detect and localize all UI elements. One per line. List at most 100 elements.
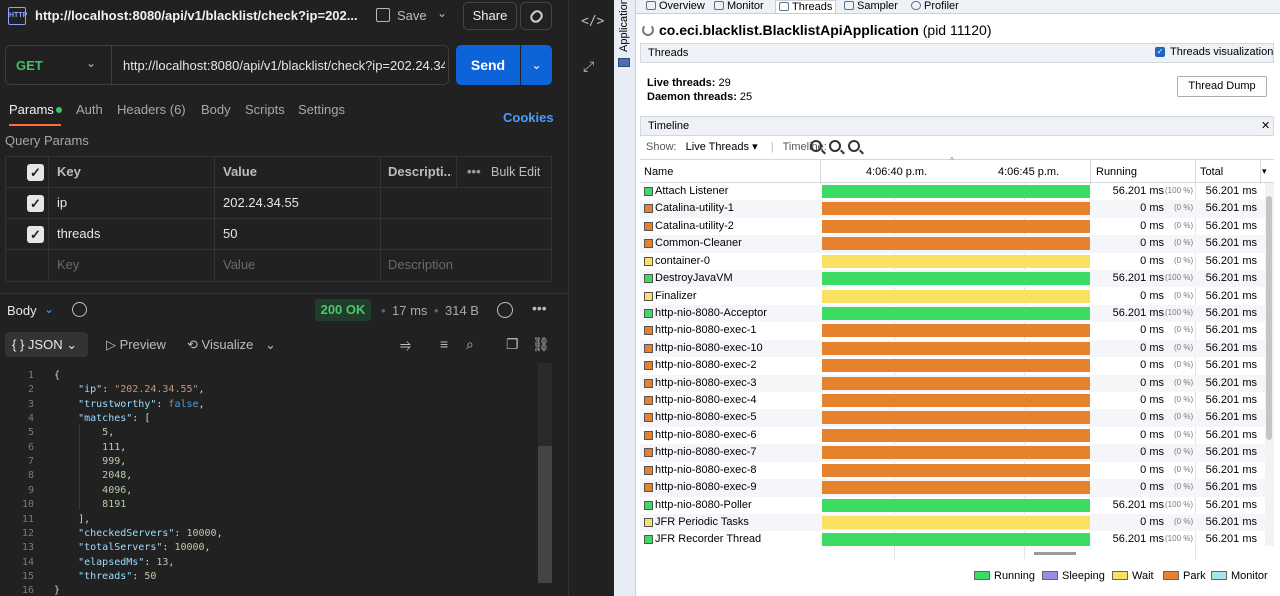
threads-scrollbar-thumb[interactable]: [1266, 196, 1272, 440]
thread-state-icon: [644, 483, 653, 493]
search-icon[interactable]: ⌕: [466, 336, 474, 353]
globe-icon[interactable]: [497, 302, 513, 318]
thread-row[interactable]: Catalina-utility-1 0 ms (0 %) 56.201 ms: [640, 200, 1274, 218]
copy-icon[interactable]: ❐: [506, 336, 519, 353]
line-number: 2: [27, 384, 34, 396]
response-time[interactable]: 17 ms: [392, 303, 427, 318]
tab-params[interactable]: Params: [9, 102, 54, 117]
applications-icon[interactable]: [618, 58, 630, 67]
wrap-lines-icon[interactable]: ⥤: [400, 336, 411, 353]
visualize-button[interactable]: ⟲ Visualize ⌄: [187, 337, 276, 353]
thread-row[interactable]: http-nio-8080-exec-3 0 ms (0 %) 56.201 ms: [640, 374, 1274, 392]
thread-row[interactable]: JFR Recorder Thread 56.201 ms (100 %) 56.20…: [640, 531, 1274, 548]
thread-row[interactable]: http-nio-8080-Acceptor 56.201 ms (100 %) 56…: [640, 304, 1274, 323]
thread-total-time: 56.201 ms: [1205, 272, 1257, 285]
timeline-horizontal-scroll-thumb[interactable]: [1034, 552, 1076, 555]
code-scrollbar-thumb[interactable]: [538, 446, 552, 583]
applications-label[interactable]: Applications: [618, 0, 630, 52]
row-checkbox[interactable]: ✓: [27, 195, 44, 212]
tab-profiler[interactable]: Profiler: [911, 0, 959, 12]
thread-dump-button[interactable]: Thread Dump: [1177, 76, 1267, 97]
format-select[interactable]: { } JSON ⌄: [5, 332, 88, 357]
tab-body[interactable]: Body: [201, 102, 231, 117]
column-header-running[interactable]: Running: [1096, 166, 1137, 178]
select-all-checkbox[interactable]: ✓: [27, 164, 44, 181]
zoom-in-icon[interactable]: [810, 140, 822, 152]
thread-row[interactable]: container-0 0 ms (0 %) 56.201 ms: [640, 253, 1274, 270]
thread-row[interactable]: JFR Periodic Tasks 0 ms (0 %) 56.201 ms: [640, 513, 1274, 532]
thread-row[interactable]: http-nio-8080-Poller 56.201 ms (100 %) 56.2…: [640, 497, 1274, 514]
close-timeline-icon[interactable]: ✕: [1261, 119, 1270, 132]
thread-row[interactable]: http-nio-8080-exec-8 0 ms (0 %) 56.201 ms: [640, 462, 1274, 479]
param-key[interactable]: threads: [57, 219, 100, 250]
zoom-fit-icon[interactable]: [848, 140, 860, 152]
threads-visualization-checkbox[interactable]: ✓: [1155, 47, 1165, 57]
body-chevron-down-icon[interactable]: ⌄: [44, 302, 54, 316]
filter-icon[interactable]: ≡: [440, 336, 448, 352]
applications-sidebar[interactable]: Applications: [614, 0, 636, 596]
more-options-icon[interactable]: •••: [532, 300, 547, 316]
cookies-link[interactable]: Cookies: [503, 110, 554, 125]
save-chevron-down-icon[interactable]: ⌄: [437, 6, 447, 20]
link-icon[interactable]: ⛓: [532, 336, 550, 353]
save-button[interactable]: Save: [397, 8, 427, 23]
more-options-icon[interactable]: •••: [467, 157, 481, 188]
description-placeholder[interactable]: Description: [388, 250, 453, 281]
thread-row[interactable]: http-nio-8080-exec-10 0 ms (0 %) 56.201 ms: [640, 339, 1274, 358]
value-placeholder[interactable]: Value: [223, 250, 255, 281]
thread-row[interactable]: http-nio-8080-exec-4 0 ms (0 %) 56.201 ms: [640, 392, 1274, 409]
thread-row[interactable]: http-nio-8080-exec-6 0 ms (0 %) 56.201 ms: [640, 427, 1274, 444]
bulk-edit-button[interactable]: Bulk Edit: [491, 157, 540, 187]
response-json-viewer[interactable]: 1{2 "ip": "202.24.34.55", 3 "trustworthy"…: [0, 363, 552, 596]
thread-row[interactable]: http-nio-8080-exec-1 0 ms (0 %) 56.201 ms: [640, 322, 1274, 339]
live-threads-label: Live threads:: [647, 77, 716, 89]
thread-row[interactable]: http-nio-8080-exec-2 0 ms (0 %) 56.201 ms: [640, 357, 1274, 374]
key-placeholder[interactable]: Key: [57, 250, 79, 281]
response-size[interactable]: 314 B: [445, 303, 479, 318]
show-dropdown-icon[interactable]: ▾: [752, 141, 758, 153]
tab-scripts[interactable]: Scripts: [245, 102, 285, 117]
zoom-out-icon[interactable]: [829, 140, 841, 152]
column-options-icon[interactable]: ▾: [1262, 166, 1267, 177]
tab-auth[interactable]: Auth: [76, 102, 103, 117]
request-tab-title[interactable]: http://localhost:8080/api/v1/blacklist/c…: [35, 8, 358, 23]
param-value[interactable]: 50: [223, 219, 237, 250]
threads-visualization-label[interactable]: Threads visualization: [1170, 46, 1273, 58]
thread-row[interactable]: Common-Cleaner 0 ms (0 %) 56.201 ms: [640, 235, 1274, 253]
tab-monitor[interactable]: Monitor: [714, 0, 764, 12]
thread-row[interactable]: Finalizer 0 ms (0 %) 56.201 ms: [640, 288, 1274, 305]
history-icon[interactable]: [72, 302, 87, 317]
thread-row[interactable]: http-nio-8080-exec-9 0 ms (0 %) 56.201 ms: [640, 479, 1274, 497]
code-icon[interactable]: </>: [581, 14, 604, 29]
thread-row[interactable]: Attach Listener 56.201 ms (100 %) 56.201 ms: [640, 183, 1274, 200]
tab-sampler[interactable]: Sampler: [844, 0, 898, 12]
thread-row[interactable]: Catalina-utility-2 0 ms (0 %) 56.201 ms: [640, 218, 1274, 235]
expand-icon[interactable]: ⤢: [583, 58, 594, 75]
thread-row[interactable]: http-nio-8080-exec-5 0 ms (0 %) 56.201 ms: [640, 409, 1274, 427]
column-header-total[interactable]: Total: [1200, 166, 1223, 178]
share-button[interactable]: Share: [463, 2, 517, 30]
tab-settings[interactable]: Settings: [298, 102, 345, 117]
method-select[interactable]: GET: [16, 58, 43, 73]
preview-button[interactable]: ▷ Preview: [106, 337, 166, 353]
copy-link-button[interactable]: [520, 2, 552, 30]
save-icon[interactable]: [376, 8, 390, 22]
code-text: "trustworthy": false,: [78, 398, 205, 410]
column-header-name[interactable]: Name: [644, 166, 673, 178]
tab-headers[interactable]: Headers (6): [117, 102, 186, 117]
thread-row[interactable]: http-nio-8080-exec-7 0 ms (0 %) 56.201 ms: [640, 444, 1274, 462]
row-checkbox[interactable]: ✓: [27, 226, 44, 243]
response-body-label[interactable]: Body: [7, 303, 37, 318]
thread-running-percent: (0 %): [1174, 238, 1194, 248]
send-button[interactable]: Send: [456, 45, 520, 85]
param-key[interactable]: ip: [57, 188, 67, 219]
show-select[interactable]: Live Threads: [686, 141, 749, 153]
tab-threads[interactable]: Threads: [775, 0, 837, 13]
tab-overview[interactable]: Overview: [646, 0, 705, 12]
url-input[interactable]: http://localhost:8080/api/v1/blacklist/c…: [123, 58, 445, 73]
send-options-chevron-icon[interactable]: ⌄: [521, 45, 552, 85]
param-value[interactable]: 202.24.34.55: [223, 188, 299, 219]
status-badge[interactable]: 200 OK: [315, 299, 371, 321]
method-chevron-down-icon[interactable]: ⌄: [86, 56, 96, 70]
thread-row[interactable]: DestroyJavaVM 56.201 ms (100 %) 56.201 ms: [640, 270, 1274, 288]
